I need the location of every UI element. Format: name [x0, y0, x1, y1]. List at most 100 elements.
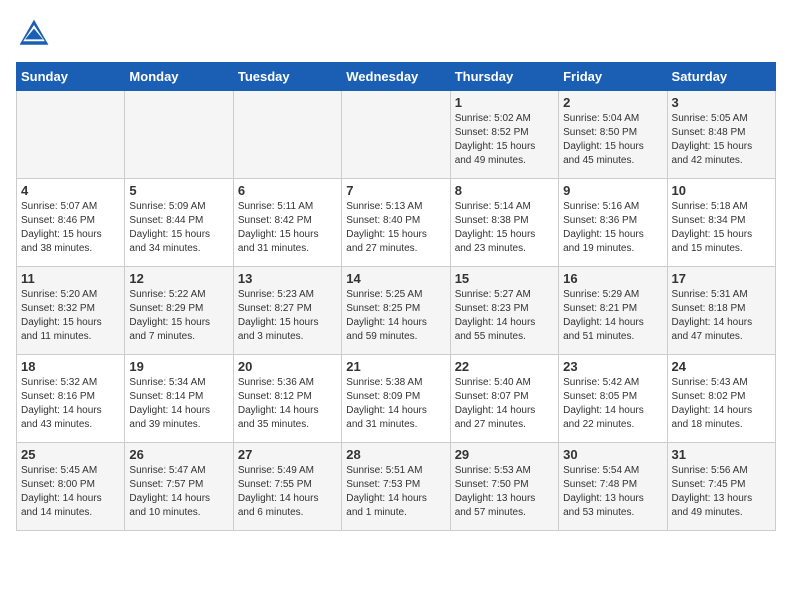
day-number: 7 [346, 183, 445, 198]
day-number: 15 [455, 271, 554, 286]
calendar-week-4: 18 Sunrise: 5:32 AM Sunset: 8:16 PM Dayli… [17, 355, 776, 443]
calendar-day [17, 91, 125, 179]
day-info: Sunrise: 5:56 AM Sunset: 7:45 PM Dayligh… [672, 464, 771, 520]
day-info: Sunrise: 5:38 AM Sunset: 8:09 PM Dayligh… [346, 376, 445, 432]
calendar-day: 28 Sunrise: 5:51 AM Sunset: 7:53 PM Dayli… [342, 443, 450, 531]
day-info: Sunrise: 5:40 AM Sunset: 8:07 PM Dayligh… [455, 376, 554, 432]
day-number: 11 [21, 271, 120, 286]
day-info: Sunrise: 5:14 AM Sunset: 8:38 PM Dayligh… [455, 200, 554, 256]
calendar-day: 16 Sunrise: 5:29 AM Sunset: 8:21 PM Dayli… [559, 267, 667, 355]
day-info: Sunrise: 5:32 AM Sunset: 8:16 PM Dayligh… [21, 376, 120, 432]
calendar-day: 17 Sunrise: 5:31 AM Sunset: 8:18 PM Dayli… [667, 267, 775, 355]
day-info: Sunrise: 5:27 AM Sunset: 8:23 PM Dayligh… [455, 288, 554, 344]
calendar-day: 7Sunrise: 5:13 AM Sunset: 8:40 PM Daylig… [342, 179, 450, 267]
calendar-day [342, 91, 450, 179]
day-info: Sunrise: 5:53 AM Sunset: 7:50 PM Dayligh… [455, 464, 554, 520]
day-number: 12 [129, 271, 228, 286]
day-number: 2 [563, 95, 662, 110]
calendar-day: 20 Sunrise: 5:36 AM Sunset: 8:12 PM Dayli… [233, 355, 341, 443]
day-number: 27 [238, 447, 337, 462]
day-info: Sunrise: 5:07 AM Sunset: 8:46 PM Dayligh… [21, 200, 120, 256]
calendar-week-5: 25 Sunrise: 5:45 AM Sunset: 8:00 PM Dayli… [17, 443, 776, 531]
day-info: Sunrise: 5:16 AM Sunset: 8:36 PM Dayligh… [563, 200, 662, 256]
calendar-day: 8 Sunrise: 5:14 AM Sunset: 8:38 PM Daylig… [450, 179, 558, 267]
day-number: 17 [672, 271, 771, 286]
calendar-day: 21 Sunrise: 5:38 AM Sunset: 8:09 PM Dayli… [342, 355, 450, 443]
calendar-day: 15 Sunrise: 5:27 AM Sunset: 8:23 PM Dayli… [450, 267, 558, 355]
calendar-day: 31 Sunrise: 5:56 AM Sunset: 7:45 PM Dayli… [667, 443, 775, 531]
calendar-day: 14Sunrise: 5:25 AM Sunset: 8:25 PM Dayli… [342, 267, 450, 355]
calendar-week-1: 1Sunrise: 5:02 AM Sunset: 8:52 PM Daylig… [17, 91, 776, 179]
calendar-day: 22Sunrise: 5:40 AM Sunset: 8:07 PM Dayli… [450, 355, 558, 443]
dow-header-wednesday: Wednesday [342, 63, 450, 91]
page-header [16, 16, 776, 52]
calendar-day: 6 Sunrise: 5:11 AM Sunset: 8:42 PM Daylig… [233, 179, 341, 267]
day-number: 23 [563, 359, 662, 374]
dow-header-friday: Friday [559, 63, 667, 91]
day-number: 13 [238, 271, 337, 286]
day-number: 18 [21, 359, 120, 374]
day-number: 19 [129, 359, 228, 374]
day-number: 24 [672, 359, 771, 374]
logo-icon [16, 16, 52, 52]
day-number: 9 [563, 183, 662, 198]
calendar-day: 12 Sunrise: 5:22 AM Sunset: 8:29 PM Dayli… [125, 267, 233, 355]
calendar-day: 29 Sunrise: 5:53 AM Sunset: 7:50 PM Dayli… [450, 443, 558, 531]
calendar-table: SundayMondayTuesdayWednesdayThursdayFrid… [16, 62, 776, 531]
day-number: 31 [672, 447, 771, 462]
day-info: Sunrise: 5:36 AM Sunset: 8:12 PM Dayligh… [238, 376, 337, 432]
dow-header-saturday: Saturday [667, 63, 775, 91]
day-number: 20 [238, 359, 337, 374]
day-info: Sunrise: 5:09 AM Sunset: 8:44 PM Dayligh… [129, 200, 228, 256]
day-info: Sunrise: 5:29 AM Sunset: 8:21 PM Dayligh… [563, 288, 662, 344]
day-info: Sunrise: 5:43 AM Sunset: 8:02 PM Dayligh… [672, 376, 771, 432]
day-info: Sunrise: 5:04 AM Sunset: 8:50 PM Dayligh… [563, 112, 662, 168]
dow-header-monday: Monday [125, 63, 233, 91]
day-info: Sunrise: 5:34 AM Sunset: 8:14 PM Dayligh… [129, 376, 228, 432]
day-info: Sunrise: 5:31 AM Sunset: 8:18 PM Dayligh… [672, 288, 771, 344]
calendar-week-2: 4Sunrise: 5:07 AM Sunset: 8:46 PM Daylig… [17, 179, 776, 267]
day-number: 30 [563, 447, 662, 462]
day-number: 28 [346, 447, 445, 462]
calendar-week-3: 11 Sunrise: 5:20 AM Sunset: 8:32 PM Dayli… [17, 267, 776, 355]
day-number: 10 [672, 183, 771, 198]
calendar-day: 11 Sunrise: 5:20 AM Sunset: 8:32 PM Dayli… [17, 267, 125, 355]
calendar-day: 27Sunrise: 5:49 AM Sunset: 7:55 PM Dayli… [233, 443, 341, 531]
calendar-day: 26 Sunrise: 5:47 AM Sunset: 7:57 PM Dayli… [125, 443, 233, 531]
calendar-day: 24 Sunrise: 5:43 AM Sunset: 8:02 PM Dayli… [667, 355, 775, 443]
day-info: Sunrise: 5:25 AM Sunset: 8:25 PM Dayligh… [346, 288, 445, 344]
day-number: 6 [238, 183, 337, 198]
day-info: Sunrise: 5:51 AM Sunset: 7:53 PM Dayligh… [346, 464, 445, 520]
dow-header-tuesday: Tuesday [233, 63, 341, 91]
day-info: Sunrise: 5:18 AM Sunset: 8:34 PM Dayligh… [672, 200, 771, 256]
calendar-day: 9 Sunrise: 5:16 AM Sunset: 8:36 PM Daylig… [559, 179, 667, 267]
calendar-day: 2 Sunrise: 5:04 AM Sunset: 8:50 PM Daylig… [559, 91, 667, 179]
calendar-day: 30 Sunrise: 5:54 AM Sunset: 7:48 PM Dayli… [559, 443, 667, 531]
calendar-day: 18 Sunrise: 5:32 AM Sunset: 8:16 PM Dayli… [17, 355, 125, 443]
day-info: Sunrise: 5:47 AM Sunset: 7:57 PM Dayligh… [129, 464, 228, 520]
day-number: 26 [129, 447, 228, 462]
day-number: 8 [455, 183, 554, 198]
calendar-day [233, 91, 341, 179]
day-number: 29 [455, 447, 554, 462]
day-info: Sunrise: 5:20 AM Sunset: 8:32 PM Dayligh… [21, 288, 120, 344]
calendar-day: 23Sunrise: 5:42 AM Sunset: 8:05 PM Dayli… [559, 355, 667, 443]
day-number: 25 [21, 447, 120, 462]
calendar-day: 3Sunrise: 5:05 AM Sunset: 8:48 PM Daylig… [667, 91, 775, 179]
day-number: 16 [563, 271, 662, 286]
day-info: Sunrise: 5:45 AM Sunset: 8:00 PM Dayligh… [21, 464, 120, 520]
day-info: Sunrise: 5:22 AM Sunset: 8:29 PM Dayligh… [129, 288, 228, 344]
calendar-day: 4Sunrise: 5:07 AM Sunset: 8:46 PM Daylig… [17, 179, 125, 267]
calendar-day: 10 Sunrise: 5:18 AM Sunset: 8:34 PM Dayli… [667, 179, 775, 267]
calendar-day: 25 Sunrise: 5:45 AM Sunset: 8:00 PM Dayli… [17, 443, 125, 531]
day-number: 5 [129, 183, 228, 198]
calendar-day: 19 Sunrise: 5:34 AM Sunset: 8:14 PM Dayli… [125, 355, 233, 443]
dow-header-sunday: Sunday [17, 63, 125, 91]
logo [16, 16, 56, 52]
day-info: Sunrise: 5:54 AM Sunset: 7:48 PM Dayligh… [563, 464, 662, 520]
calendar-day [125, 91, 233, 179]
day-number: 3 [672, 95, 771, 110]
day-number: 21 [346, 359, 445, 374]
day-info: Sunrise: 5:11 AM Sunset: 8:42 PM Dayligh… [238, 200, 337, 256]
calendar-day: 5 Sunrise: 5:09 AM Sunset: 8:44 PM Daylig… [125, 179, 233, 267]
